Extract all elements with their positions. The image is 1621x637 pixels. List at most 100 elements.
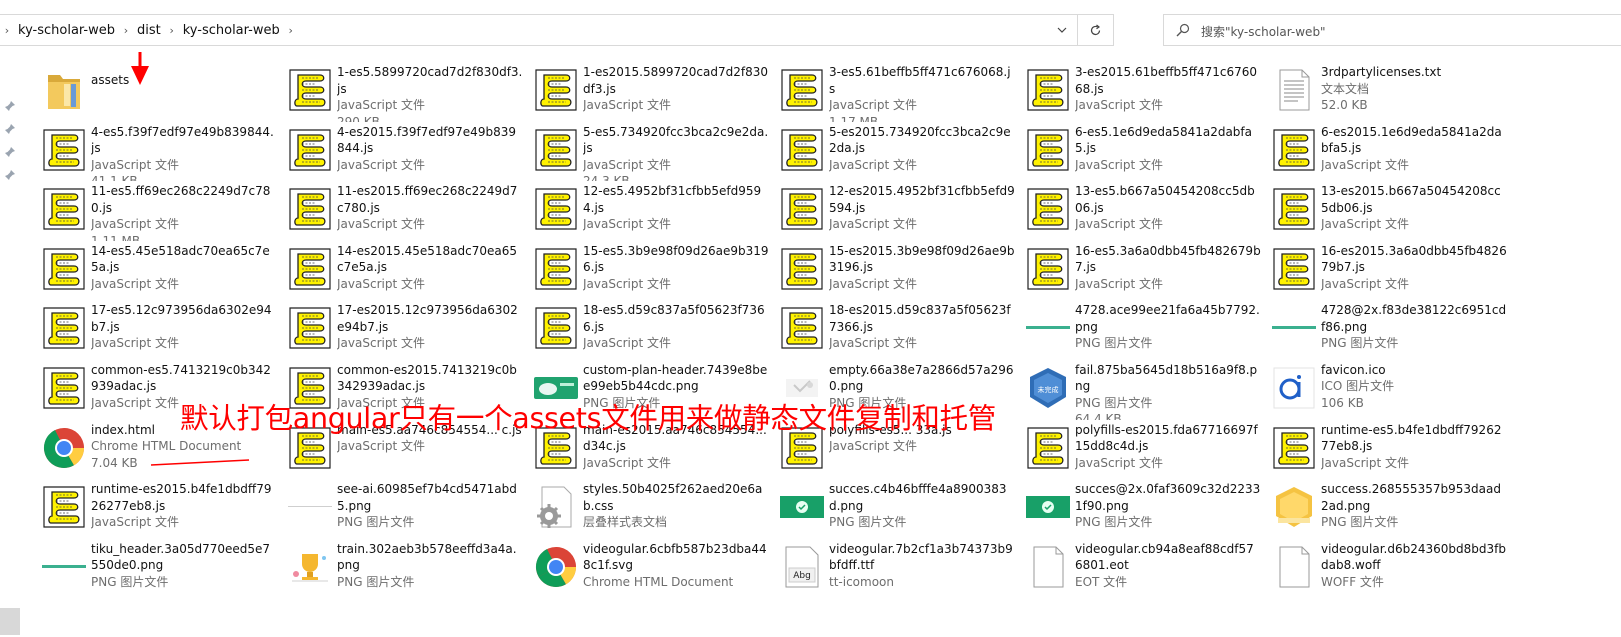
breadcrumb-item[interactable]: dist bbox=[133, 23, 165, 38]
file-item[interactable]: 5-es5.734920fcc3bca2c9e2da.js JavaScript … bbox=[530, 122, 776, 181]
file-details: 4728.ace99ee21fa6a45b7792.png PNG 图片文件 bbox=[1075, 302, 1261, 352]
file-item[interactable]: assets bbox=[38, 62, 284, 122]
file-details: 6-es5.1e6d9eda5841a2dabfa5.js JavaScript … bbox=[1075, 124, 1261, 174]
file-item[interactable]: 18-es2015.d59c837a5f05623f7366.js JavaScr… bbox=[776, 300, 1022, 360]
search-icon bbox=[1176, 23, 1190, 37]
file-details: 11-es2015.ff69ec268c2249d7c780.js JavaScr… bbox=[337, 183, 523, 233]
file-type: PNG 图片文件 bbox=[337, 574, 415, 589]
file-item[interactable]: 4-es2015.f39f7edf97e49b839844.js JavaScri… bbox=[284, 122, 530, 182]
file-item[interactable]: 4-es5.f39f7edf97e49b839844.js JavaScript … bbox=[38, 122, 284, 181]
file-item[interactable]: 1-es2015.5899720cad7d2f830df3.js JavaScri… bbox=[530, 62, 776, 122]
breadcrumb-chevron-icon[interactable]: › bbox=[284, 24, 298, 37]
file-details: runtime-es2015.b4fe1dbdff7926277eb8.js Ja… bbox=[91, 481, 277, 531]
file-name: videogular.6cbfb587b23dba448c1f.svg bbox=[583, 541, 767, 573]
file-name: fail.875ba5645d18b516a9f8.png bbox=[1075, 362, 1258, 394]
file-type: JavaScript 文件 bbox=[1075, 98, 1163, 112]
file-item[interactable]: 16-es2015.3a6a0dbb45fb482679b7.js JavaScr… bbox=[1268, 241, 1514, 301]
file-item[interactable]: 13-es2015.b667a50454208cc5db06.js JavaScr… bbox=[1268, 181, 1514, 241]
file-name: favicon.ico bbox=[1321, 362, 1386, 377]
js-file-icon bbox=[42, 246, 86, 292]
pin-icon[interactable] bbox=[4, 100, 16, 112]
file-item[interactable]: 未完成 fail.875ba5645d18b516a9f8.png PNG 图片文件… bbox=[1022, 360, 1268, 420]
file-item[interactable]: videogular.d6b24360bd8bd3fbdab8.woff WOFF… bbox=[1268, 539, 1514, 599]
file-type: JavaScript 文件 bbox=[1321, 157, 1409, 172]
file-item[interactable]: 13-es5.b667a50454208cc5db06.js JavaScript… bbox=[1022, 181, 1268, 241]
file-item[interactable]: favicon.ico ICO 图片文件 106 KB bbox=[1268, 360, 1514, 420]
file-item[interactable]: 4728.ace99ee21fa6a45b7792.png PNG 图片文件 bbox=[1022, 300, 1268, 360]
file-item[interactable]: succes.c4b46bfffe4a8900383d.png PNG 图片文件 bbox=[776, 479, 1022, 539]
file-name: 6-es2015.1e6d9eda5841a2dabfa5.js bbox=[1321, 124, 1502, 156]
address-bar[interactable]: › ky-scholar-web › dist › ky-scholar-web… bbox=[0, 14, 1114, 46]
file-item[interactable]: videogular.cb94a8eaf88cdf576801.eot EOT 文… bbox=[1022, 539, 1268, 599]
file-item[interactable]: styles.50b4025f262aed20e6ab.css 层叠样式表文档 bbox=[530, 479, 776, 539]
file-item[interactable]: 17-es5.12c973956da6302e94b7.js JavaScript… bbox=[38, 300, 284, 360]
file-item[interactable]: 15-es2015.3b9e98f09d26ae9b3196.js JavaScr… bbox=[776, 241, 1022, 301]
file-details: 16-es5.3a6a0dbb45fb482679b7.js JavaScript… bbox=[1075, 243, 1261, 293]
file-item[interactable]: 12-es2015.4952bf31cfbb5efd9594.js JavaScr… bbox=[776, 181, 1022, 241]
address-history-dropdown[interactable] bbox=[1047, 15, 1077, 45]
file-details: succes@2x.0faf3609c32d22331f90.png PNG 图片… bbox=[1075, 481, 1261, 531]
file-item[interactable]: 15-es5.3b9e98f09d26ae9b3196.js JavaScript… bbox=[530, 241, 776, 301]
file-item[interactable]: 11-es2015.ff69ec268c2249d7c780.js JavaScr… bbox=[284, 181, 530, 241]
breadcrumb-item[interactable]: ky-scholar-web bbox=[179, 23, 284, 38]
file-item[interactable]: 18-es5.d59c837a5f05623f7366.js JavaScript… bbox=[530, 300, 776, 360]
file-item[interactable]: 6-es5.1e6d9eda5841a2dabfa5.js JavaScript … bbox=[1022, 122, 1268, 182]
file-name: 18-es2015.d59c837a5f05623f7366.js bbox=[829, 303, 1011, 334]
file-item[interactable]: tiku_header.3a05d770eed5e7550de0.png PNG … bbox=[38, 539, 284, 599]
breadcrumb-chevron-icon[interactable]: › bbox=[0, 24, 14, 37]
js-file-icon bbox=[780, 67, 824, 113]
file-item[interactable]: 14-es2015.45e518adc70ea65c7e5a.js JavaScr… bbox=[284, 241, 530, 301]
refresh-button[interactable] bbox=[1077, 15, 1113, 45]
file-item[interactable]: 17-es2015.12c973956da6302e94b7.js JavaScr… bbox=[284, 300, 530, 360]
file-item[interactable]: succes@2x.0faf3609c32d22331f90.png PNG 图片… bbox=[1022, 479, 1268, 539]
file-item[interactable]: train.302aeb3b578eeffd3a4a.png PNG 图片文件 bbox=[284, 539, 530, 599]
js-file-icon bbox=[534, 305, 578, 351]
png-strip-icon bbox=[1272, 305, 1316, 351]
file-item[interactable]: 4728@2x.f83de38122c6951cdf86.png PNG 图片文件 bbox=[1268, 300, 1514, 360]
file-item[interactable]: runtime-es5.b4fe1dbdff7926277eb8.js JavaS… bbox=[1268, 420, 1514, 480]
file-item[interactable]: 3rdpartylicenses.txt 文本文档 52.0 KB bbox=[1268, 62, 1514, 122]
file-item[interactable]: success.268555357b953daad2ad.png PNG 图片文件 bbox=[1268, 479, 1514, 539]
file-item[interactable]: 1-es5.5899720cad7d2f830df3.js JavaScript … bbox=[284, 62, 530, 122]
file-item[interactable]: 14-es5.45e518adc70ea65c7e5a.js JavaScript… bbox=[38, 241, 284, 301]
file-item[interactable]: 5-es2015.734920fcc3bca2c9e2da.js JavaScri… bbox=[776, 122, 1022, 182]
nav-scrollbar-thumb[interactable] bbox=[0, 608, 20, 635]
breadcrumb-item[interactable]: ky-scholar-web bbox=[14, 23, 119, 38]
breadcrumb-chevron-icon[interactable]: › bbox=[165, 24, 179, 37]
file-type: JavaScript 文件 bbox=[583, 157, 671, 172]
breadcrumb-chevron-icon[interactable]: › bbox=[119, 24, 133, 37]
file-name: 3rdpartylicenses.txt bbox=[1321, 65, 1442, 79]
file-details: tiku_header.3a05d770eed5e7550de0.png PNG … bbox=[91, 541, 277, 591]
pin-icon[interactable] bbox=[4, 169, 16, 181]
file-name: 14-es2015.45e518adc70ea65c7e5a.js bbox=[337, 243, 517, 275]
pin-icon[interactable] bbox=[4, 123, 16, 135]
file-type: Chrome HTML Document bbox=[91, 439, 242, 454]
pin-icon[interactable] bbox=[4, 146, 16, 158]
file-type: JavaScript 文件 bbox=[583, 217, 671, 232]
file-name: 11-es2015.ff69ec268c2249d7c780.js bbox=[337, 184, 518, 215]
file-item[interactable]: 6-es2015.1e6d9eda5841a2dabfa5.js JavaScri… bbox=[1268, 122, 1514, 182]
file-item[interactable]: runtime-es2015.b4fe1dbdff7926277eb8.js Ja… bbox=[38, 479, 284, 539]
file-item[interactable]: 11-es5.ff69ec268c2249d7c780.js JavaScript… bbox=[38, 181, 284, 241]
file-item[interactable]: 12-es5.4952bf31cfbb5efd9594.js JavaScript… bbox=[530, 181, 776, 241]
file-item[interactable]: polyfills-es2015.fda67716697f15dd8c4d.js… bbox=[1022, 420, 1268, 480]
svg-text:未完成: 未完成 bbox=[1038, 385, 1059, 394]
file-name: 5-es5.734920fcc3bca2c9e2da.js bbox=[583, 124, 769, 156]
file-details: 3rdpartylicenses.txt 文本文档 52.0 KB bbox=[1321, 64, 1507, 114]
file-type: PNG 图片文件 bbox=[1321, 336, 1399, 351]
file-item[interactable]: videogular.6cbfb587b23dba448c1f.svg Chrom… bbox=[530, 539, 776, 599]
js-file-icon bbox=[42, 127, 86, 173]
png-success-icon bbox=[1272, 484, 1316, 530]
file-type: tt-icomoon bbox=[829, 574, 894, 589]
file-type: JavaScript 文件 bbox=[829, 439, 917, 454]
file-item[interactable]: see-ai.60985ef7b4cd5471abd5.png PNG 图片文件 bbox=[284, 479, 530, 539]
file-item[interactable]: 16-es5.3a6a0dbb45fb482679b7.js JavaScript… bbox=[1022, 241, 1268, 301]
file-item[interactable]: 3-es5.61beffb5ff471c676068.js JavaScript … bbox=[776, 62, 1022, 122]
file-item[interactable]: Abg videogular.7b2cf1a3b74373b9bfdff.ttf t… bbox=[776, 539, 1022, 599]
file-item[interactable]: 3-es2015.61beffb5ff471c676068.js JavaScri… bbox=[1022, 62, 1268, 122]
file-type: JavaScript 文件 bbox=[337, 217, 425, 232]
search-box[interactable]: 搜索"ky-scholar-web" bbox=[1163, 14, 1621, 46]
search-placeholder: 搜索"ky-scholar-web" bbox=[1201, 25, 1326, 39]
file-type: ICO 图片文件 bbox=[1321, 379, 1395, 394]
file-details: 16-es2015.3a6a0dbb45fb482679b7.js JavaScr… bbox=[1321, 243, 1507, 293]
